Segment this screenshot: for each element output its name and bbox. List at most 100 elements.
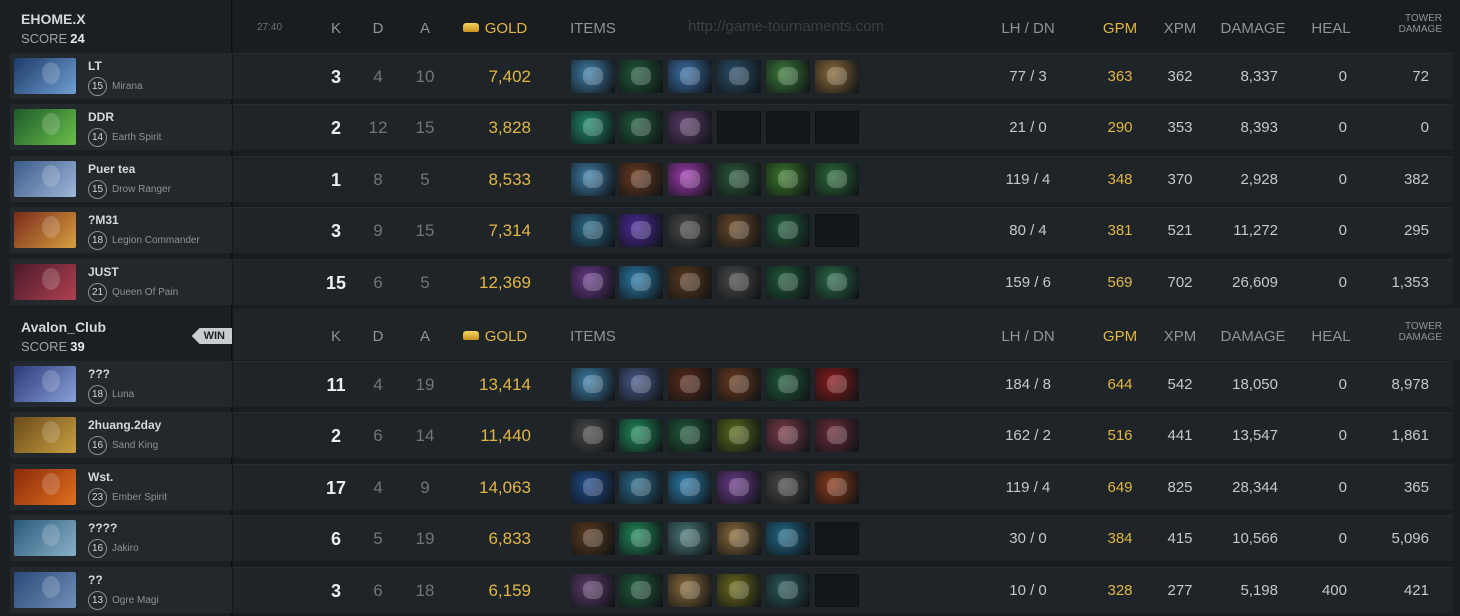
item-icon <box>668 60 712 93</box>
hero-name: Ogre Magi <box>112 594 159 606</box>
hero-name: Sand King <box>112 440 159 452</box>
item-icon-glint <box>631 477 651 496</box>
stat-k: 15 <box>325 272 347 293</box>
item-icon-glint <box>680 426 700 445</box>
header-gpm-label: GPM <box>1102 20 1138 37</box>
stat-gold: 3,828 <box>488 118 531 138</box>
stat-a: 15 <box>415 221 435 241</box>
item-icon-glint <box>631 221 651 240</box>
hero-level: 15 <box>88 77 107 96</box>
hero-portrait-highlight <box>42 164 60 187</box>
item-icon <box>668 265 712 299</box>
stat-a: 14 <box>415 426 435 446</box>
hero-name: Earth Spirit <box>112 132 162 144</box>
item-icon <box>815 162 859 196</box>
table-row: 2 12 15 3,828 21 / 0 290 353 8,393 0 0 <box>233 104 1453 151</box>
team-name: EHOME.X <box>21 11 86 27</box>
item-icon <box>619 522 663 556</box>
player-card[interactable]: 2huang.2day 16 Sand King <box>10 412 232 459</box>
player-card[interactable]: DDR 14 Earth Spirit <box>10 104 232 151</box>
table-row: 15 6 5 12,369 159 / 6 569 702 26,609 0 1,353 <box>233 258 1453 305</box>
player-card[interactable]: ??? 18 Luna <box>10 361 232 407</box>
item-icon <box>619 162 663 196</box>
player-card[interactable]: LT 15 Mirana <box>10 53 232 99</box>
item-icon <box>619 470 663 504</box>
item-icon-glint <box>631 67 651 85</box>
player-name: ?M31 <box>88 213 119 228</box>
item-icon-glint <box>778 169 798 188</box>
hero-name: Luna <box>112 389 135 400</box>
header-a-label: A <box>419 20 430 37</box>
item-icon-glint <box>583 221 603 240</box>
header-gpm: GPM <box>1095 328 1145 345</box>
stat-heal: 400 <box>1321 581 1347 599</box>
hero-portrait-highlight <box>42 575 60 598</box>
table-row: 1 8 5 8,533 119 / 4 348 370 2,928 0 382 <box>233 155 1453 202</box>
stat-lhdn: 21 / 0 <box>1009 119 1047 137</box>
header-tower-damage: TOWER DAMAGE <box>1376 13 1442 35</box>
header-heal: HEAL <box>1306 328 1356 345</box>
hero-portrait <box>14 212 76 249</box>
stat-damage: 10,566 <box>1232 530 1278 548</box>
stat-d: 6 <box>373 426 383 446</box>
stat-a: 5 <box>420 272 430 292</box>
hero-portrait <box>14 417 76 454</box>
player-card[interactable]: ?M31 18 Legion Commander <box>10 207 232 254</box>
header-tower-line1: TOWER <box>1404 321 1442 332</box>
stat-d: 8 <box>373 169 383 189</box>
hero-name: Legion Commander <box>112 235 200 247</box>
header-heal: HEAL <box>1306 20 1356 37</box>
hero-name: Queen Of Pain <box>112 286 179 298</box>
item-icon-glint <box>680 477 700 496</box>
score-value: 39 <box>70 339 85 354</box>
hero-level: 14 <box>88 128 107 148</box>
table-row: 11 4 19 13,414 184 / 8 644 542 18,050 0 8,978 <box>233 361 1453 407</box>
player-card[interactable]: Wst. 23 Ember Spirit <box>10 463 232 510</box>
player-name: ??? <box>88 367 110 381</box>
item-icon <box>815 419 859 453</box>
item-icon-glint <box>631 580 651 599</box>
item-icon <box>668 214 712 248</box>
item-icon <box>717 419 761 453</box>
player-card[interactable]: JUST 21 Queen Of Pain <box>10 258 232 305</box>
header-gold-label: GOLD <box>484 328 528 345</box>
item-icon <box>717 265 761 299</box>
item-icon-glint <box>680 529 700 548</box>
stat-d: 6 <box>373 272 383 292</box>
stat-gpm: 649 <box>1107 478 1133 496</box>
header-xpm: XPM <box>1155 328 1205 345</box>
item-icon-glint <box>583 477 603 496</box>
header-gold: GOLD <box>455 328 535 345</box>
table-row: 3 6 18 6,159 10 / 0 328 277 5,198 400 421 <box>233 566 1453 613</box>
stat-gold: 6,833 <box>488 529 531 549</box>
item-icon <box>766 573 810 607</box>
hero-portrait-highlight <box>42 216 60 239</box>
stat-a: 19 <box>415 529 435 549</box>
item-icon-glint <box>583 426 603 445</box>
scoreboard: http://game-tournaments.com GT 27:40KDAG… <box>233 0 1460 616</box>
player-card[interactable]: ???? 16 Jakiro <box>10 515 232 562</box>
stat-gpm: 569 <box>1107 273 1133 291</box>
header-damage: DAMAGE <box>1213 328 1293 345</box>
hero-level: 18 <box>88 231 107 251</box>
item-icon <box>668 573 712 607</box>
item-icon-glint <box>778 529 798 548</box>
item-icon-glint <box>631 426 651 445</box>
stat-k: 3 <box>330 221 341 242</box>
stat-a: 18 <box>415 580 435 600</box>
stat-lhdn: 119 / 4 <box>1005 170 1051 188</box>
player-name: 2huang.2day <box>88 418 162 433</box>
item-icon-glint <box>729 477 749 496</box>
stat-tower: 382 <box>1403 170 1429 188</box>
column-header-row: 27:40 K D A GOLD ITEMS LH / DN GPM XPM DAMAGE HEAL… <box>233 0 1460 52</box>
hero-name: Jakiro <box>112 543 139 555</box>
item-icon <box>668 419 712 453</box>
item-icon <box>766 522 810 556</box>
stat-xpm: 277 <box>1167 581 1193 599</box>
item-icon-glint <box>583 375 603 393</box>
item-icon-glint <box>729 529 749 548</box>
item-icon <box>619 214 663 248</box>
player-card[interactable]: ?? 13 Ogre Magi <box>10 566 232 613</box>
player-card[interactable]: Puer tea 15 Drow Ranger <box>10 155 232 202</box>
hero-name: Drow Ranger <box>112 183 171 195</box>
